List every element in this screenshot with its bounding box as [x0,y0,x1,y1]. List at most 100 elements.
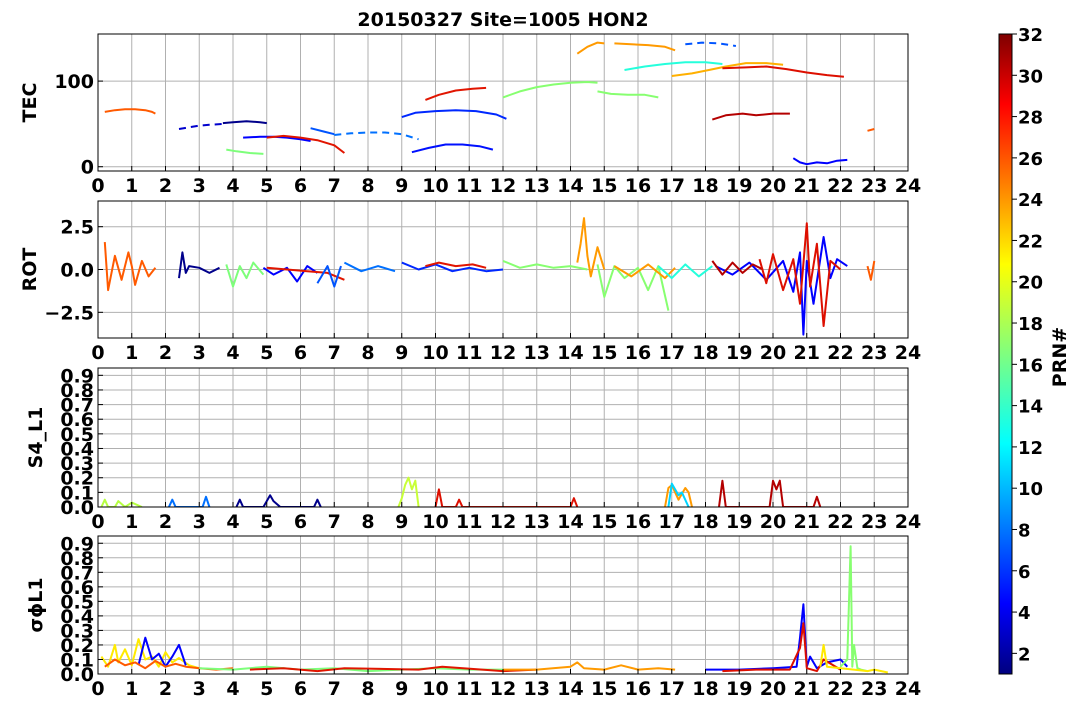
x-tick-label: 17 [659,678,685,700]
x-tick-label: 4 [226,511,239,533]
x-tick-label: 11 [456,342,482,364]
x-tick-label: 13 [524,678,550,700]
x-tick-label: 1 [125,678,138,700]
x-tick-label: 16 [625,678,651,700]
figure: 20150327 Site=1005 HON2 0 1 2 3 4 5 6 7 8 9 10 11 12… [19,9,1071,700]
x-tick-label: 14 [557,342,583,364]
x-tick-label: 8 [361,678,374,700]
y-axis-label: σϕL1 [25,577,47,632]
x-tick-label: 7 [328,678,341,700]
colorbar-tick-label: 22 [1018,231,1043,252]
x-tick-label: 1 [125,175,138,197]
x-tick-label: 19 [726,678,752,700]
x-tick-label: 11 [456,511,482,533]
x-tick-label: 23 [861,342,887,364]
x-tick-label: 9 [395,511,408,533]
x-tick-label: 14 [557,678,583,700]
x-tick-label: 1 [125,511,138,533]
colorbar-tick-label: 14 [1018,397,1043,418]
x-tick-label: 22 [827,175,853,197]
x-tick-label: 17 [659,175,685,197]
x-tick-label: 24 [895,511,921,533]
colorbar-tick-label: 12 [1018,438,1043,459]
x-tick-label: 10 [422,175,448,197]
x-tick-label: 21 [794,678,820,700]
x-tick-label: 5 [260,175,273,197]
y-tick-label: 100 [54,71,94,93]
x-tick-label: 6 [294,175,307,197]
x-tick-label: 17 [659,511,685,533]
panel-3: 0 1 2 3 4 5 6 7 8 9 10 11 12 13 14 15 16 17 18 19 20 21 22 23 24… [25,365,921,533]
y-axis-label: S4_L1 [25,407,47,469]
y-tick-label: 0.9 [60,533,94,555]
x-tick-label: 12 [490,175,516,197]
x-tick-label: 18 [692,511,718,533]
x-tick-label: 7 [328,342,341,364]
y-tick-label: −2.5 [44,302,94,324]
x-tick-label: 15 [591,175,617,197]
panels: 0 1 2 3 4 5 6 7 8 9 10 11 12 13 14 15 16 17 18 19 20 21 22 23 24… [19,33,921,700]
panel-2: 0 1 2 3 4 5 6 7 8 9 10 11 12 13 14 15 16 17 18 19 20 21 22 23 24… [19,200,921,364]
x-tick-label: 16 [625,511,651,533]
x-tick-label: 19 [726,342,752,364]
x-tick-label: 4 [226,175,239,197]
panel-1: 0 1 2 3 4 5 6 7 8 9 10 11 12 13 14 15 16 17 18 19 20 21 22 23 24… [19,33,921,197]
panel-4: 0 1 2 3 4 5 6 7 8 9 10 11 12 13 14 15 16 17 18 19 20 21 22 23 24… [25,533,921,700]
x-tick-label: 8 [361,175,374,197]
x-tick-label: 21 [794,175,820,197]
x-tick-label: 13 [524,175,550,197]
y-tick-label: 0.0 [60,260,94,282]
colorbar-tick-label: 8 [1018,520,1031,541]
x-tick-label: 20 [760,678,786,700]
x-tick-label: 11 [456,175,482,197]
x-tick-label: 23 [861,511,887,533]
x-tick-label: 18 [692,678,718,700]
x-tick-label: 23 [861,175,887,197]
x-tick-label: 17 [659,342,685,364]
colorbar-tick-label: 10 [1018,479,1043,500]
x-tick-label: 8 [361,342,374,364]
x-tick-label: 22 [827,678,853,700]
x-tick-label: 3 [193,342,206,364]
x-tick-label: 18 [692,342,718,364]
x-tick-label: 6 [294,511,307,533]
x-tick-label: 19 [726,175,752,197]
x-tick-label: 6 [294,678,307,700]
x-tick-label: 1 [125,342,138,364]
colorbar-tick-label: 16 [1018,355,1043,376]
colorbar-tick-label: 26 [1018,149,1043,170]
colorbar-tick-label: 32 [1018,25,1043,46]
x-tick-label: 3 [193,175,206,197]
colorbar-tick-label: 18 [1018,314,1043,335]
x-tick-label: 20 [760,175,786,197]
x-tick-label: 22 [827,511,853,533]
x-tick-label: 11 [456,678,482,700]
x-tick-label: 9 [395,678,408,700]
x-tick-label: 3 [193,678,206,700]
x-tick-label: 5 [260,342,273,364]
y-tick-label: 0.9 [60,365,94,387]
x-tick-label: 23 [861,678,887,700]
x-tick-label: 12 [490,678,516,700]
y-axis-label: ROT [19,248,41,292]
x-tick-label: 3 [193,511,206,533]
x-tick-label: 20 [760,511,786,533]
x-tick-label: 5 [260,678,273,700]
x-tick-label: 22 [827,342,853,364]
colorbar: 2468101214161820222426283032 PRN# [998,25,1071,675]
x-tick-label: 20 [760,342,786,364]
x-tick-label: 7 [328,511,341,533]
x-tick-label: 21 [794,511,820,533]
x-tick-label: 8 [361,511,374,533]
colorbar-tick-label: 28 [1018,108,1043,129]
colorbar-label: PRN# [1049,327,1071,387]
x-tick-label: 15 [591,511,617,533]
colorbar-tick-label: 6 [1018,562,1031,583]
x-tick-label: 15 [591,678,617,700]
x-tick-label: 12 [490,511,516,533]
x-tick-label: 24 [895,175,921,197]
x-tick-label: 5 [260,511,273,533]
x-tick-label: 18 [692,175,718,197]
x-tick-label: 14 [557,511,583,533]
x-tick-label: 6 [294,342,307,364]
